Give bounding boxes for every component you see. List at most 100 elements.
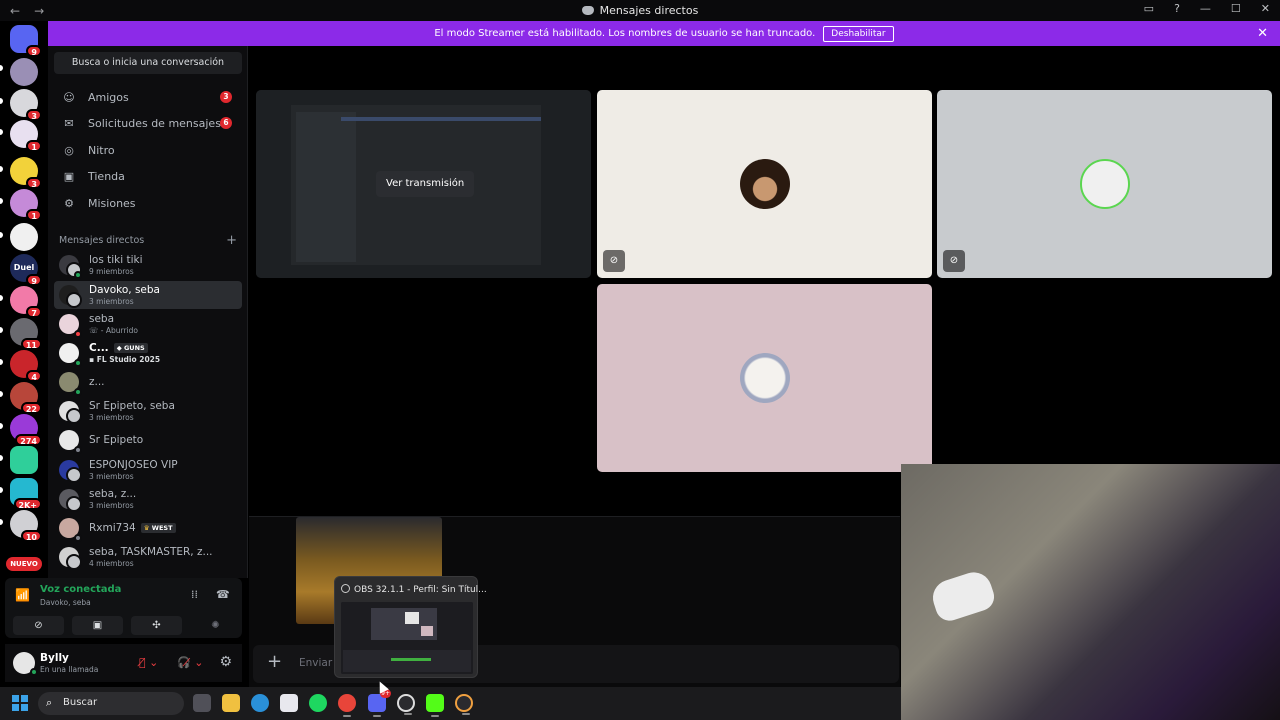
nav-quests[interactable]: ⚙ Misiones [54, 190, 242, 216]
dm-item[interactable]: ESPONJOSEO VIP 3 miembros [54, 456, 242, 484]
offline-status [74, 534, 82, 542]
home-button[interactable]: 9 [10, 25, 42, 57]
disable-streamer-button[interactable]: Deshabilitar [823, 25, 894, 42]
dm-item-active[interactable]: Davoko, seba 3 miembros [54, 281, 242, 309]
server-icon[interactable] [10, 223, 38, 251]
taskbar-preview[interactable]: OBS 32.1.1 - Perfil: Sin Títul... [334, 576, 487, 678]
store-icon[interactable] [280, 694, 298, 712]
guild-tag: ♛ WEST [140, 523, 176, 533]
server-icon[interactable]: 22 [10, 382, 42, 414]
gem-icon: ◆ [116, 344, 124, 352]
soundboard-button[interactable]: ✺ [190, 616, 241, 635]
search-icon: ⌕ [46, 696, 53, 709]
mic-muted-button[interactable]: 🎙̸ ⌄ [139, 654, 158, 672]
close-icon[interactable]: ✕ [1257, 26, 1268, 41]
guild-badge: 2K+ [13, 498, 42, 510]
kick-icon[interactable] [426, 694, 444, 717]
friends-icon: ☺ [63, 90, 75, 104]
activity-text: ▪ FL Studio 2025 [89, 355, 161, 364]
noise-suppression-icon[interactable]: ⁞⁞ [191, 588, 198, 601]
screen-share-button[interactable]: ▣ [72, 616, 123, 635]
inbox-icon[interactable]: ▭ [1144, 2, 1154, 15]
server-icon[interactable]: 1 [10, 120, 42, 152]
server-icon[interactable]: 10 [10, 510, 42, 542]
server-icon[interactable] [10, 446, 38, 474]
watch-stream-button[interactable]: Ver transmisión [376, 171, 475, 197]
dm-item[interactable]: seba ☏ - Aburrido [54, 310, 242, 338]
guild-badge: 7 [26, 306, 42, 318]
dm-item[interactable]: seba, TASKMASTER, z... 4 miembros [54, 543, 242, 571]
camera-off-icon: ⊘ [603, 250, 625, 272]
avatar [59, 401, 82, 424]
guild-badge: 1 [26, 209, 42, 221]
deafen-button[interactable]: 🎧̸ ⌄ [177, 654, 203, 672]
obs-taskbar-icon[interactable] [397, 694, 415, 715]
dm-item[interactable]: los tiki tiki 9 miembros [54, 251, 242, 279]
server-icon[interactable]: 3 [10, 89, 42, 121]
unread-pill [0, 487, 3, 493]
dm-item[interactable]: C... ◆ GUNS ▪ FL Studio 2025 [54, 339, 242, 367]
guild-badge: 11 [20, 338, 42, 350]
disconnect-icon[interactable]: ☎ [216, 588, 230, 601]
username[interactable]: Bylly [40, 652, 69, 664]
server-icon[interactable]: 4 [10, 350, 42, 382]
taskbar-search[interactable]: ⌕ Buscar [38, 692, 184, 715]
windows-start-icon[interactable] [12, 695, 28, 711]
online-status [74, 359, 82, 367]
streamer-mode-banner: El modo Streamer está habilitado. Los no… [48, 21, 1280, 46]
media-player-icon[interactable] [455, 694, 473, 715]
nav-friends[interactable]: ☺ Amigos 3 [54, 84, 242, 110]
server-icon[interactable]: 2K+ [10, 478, 42, 510]
server-icon[interactable]: Duel 9 [10, 254, 42, 286]
dm-item[interactable]: Sr Epipeto [54, 426, 242, 454]
voice-panel: 📶 Voz conectada Davoko, seba ⁞⁞ ☎ ⊘ ▣ ✣ … [5, 578, 242, 638]
server-icon[interactable]: 7 [10, 286, 42, 318]
window-controls: ▭ ? — ☐ ✕ [1144, 2, 1270, 15]
participant-tile[interactable] [597, 284, 932, 472]
dm-item[interactable]: z... [54, 368, 242, 396]
participant-tile[interactable]: ⊘ [937, 90, 1272, 278]
new-badge[interactable]: NUEVO [6, 557, 42, 571]
guild-badge: 3 [26, 109, 42, 121]
server-icon[interactable]: 3 [10, 157, 42, 189]
search-button[interactable]: Busca o inicia una conversación [54, 52, 242, 74]
file-explorer-icon[interactable] [222, 694, 240, 712]
close-window-button[interactable]: ✕ [1261, 2, 1270, 15]
server-icon[interactable]: 11 [10, 318, 42, 350]
dm-sidebar: Busca o inicia una conversación ☺ Amigos… [48, 46, 248, 578]
participant-tile[interactable]: ⊘ [597, 90, 932, 278]
camera-off-button[interactable]: ⊘ [13, 616, 64, 635]
gear-icon[interactable]: ⚙ [219, 654, 232, 670]
signal-icon[interactable]: 📶 [15, 588, 31, 604]
minimize-button[interactable]: — [1200, 2, 1211, 15]
voice-channel[interactable]: Davoko, seba [40, 598, 91, 607]
add-dm-icon[interactable]: + [226, 233, 237, 248]
dm-item[interactable]: Sr Epipeto, seba 3 miembros [54, 397, 242, 425]
chrome-icon[interactable] [338, 694, 356, 717]
edge-icon[interactable] [251, 694, 269, 712]
activities-button[interactable]: ✣ [131, 616, 182, 635]
help-icon[interactable]: ? [1174, 2, 1180, 15]
dm-header: Mensajes directos + [59, 233, 237, 248]
unread-pill [0, 98, 3, 104]
unread-pill [0, 327, 3, 333]
unread-pill [0, 423, 3, 429]
spotify-icon[interactable] [309, 694, 327, 712]
server-icon[interactable]: 1 [10, 189, 42, 221]
server-icon[interactable] [10, 58, 38, 86]
nav-message-requests[interactable]: ✉ Solicitudes de mensajes 6 [54, 110, 242, 136]
nav-nitro[interactable]: ◎ Nitro [54, 137, 242, 163]
add-attachment-icon[interactable]: + [267, 651, 282, 672]
stream-tile[interactable]: Ver transmisión [256, 90, 591, 278]
unread-pill [0, 166, 3, 172]
server-icon[interactable]: 274 [10, 414, 42, 446]
discord-taskbar-icon[interactable]: 9+ [368, 689, 391, 717]
title-bar: ← → Mensajes directos ▭ ? — ☐ ✕ [0, 0, 1280, 21]
maximize-button[interactable]: ☐ [1231, 2, 1241, 15]
nitro-icon: ◎ [64, 143, 74, 157]
window-title: Mensajes directos [0, 4, 1280, 17]
dm-item[interactable]: seba, z... 3 miembros [54, 485, 242, 513]
nav-shop[interactable]: ▣ Tienda [54, 163, 242, 189]
dm-item[interactable]: Rxmi734 ♛ WEST [54, 514, 242, 542]
task-view-icon[interactable] [193, 694, 211, 712]
